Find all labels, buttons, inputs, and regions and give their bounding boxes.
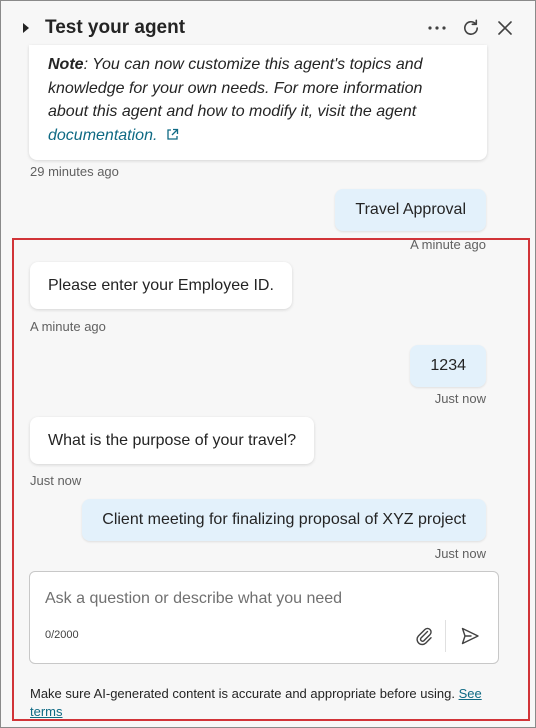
note-text-3: about this agent and how to modify it, v… xyxy=(48,103,417,120)
timestamp: A minute ago xyxy=(30,319,106,334)
caret-right-icon[interactable] xyxy=(19,21,33,35)
close-icon[interactable] xyxy=(491,14,519,42)
timestamp: Just now xyxy=(30,473,82,488)
disclaimer-text: Make sure AI-generated content is accura… xyxy=(30,686,455,701)
user-message-travel-approval: Travel Approval xyxy=(335,189,486,231)
test-agent-panel: Test your agent Note: You can now custom… xyxy=(0,0,536,728)
note-text-2: knowledge for your own needs. For more i… xyxy=(48,79,423,97)
send-icon[interactable] xyxy=(457,623,483,649)
more-horizontal-icon[interactable] xyxy=(423,14,451,42)
panel-title: Test your agent xyxy=(45,17,186,38)
timestamp: Just now xyxy=(434,546,486,561)
message-composer: 0/2000 xyxy=(29,571,499,664)
note-message: Note: You can now customize this agent's… xyxy=(29,45,487,160)
refresh-icon[interactable] xyxy=(457,14,485,42)
bot-message-travel-purpose: What is the purpose of your travel? xyxy=(30,417,315,464)
user-message-employee-id: 1234 xyxy=(410,345,486,387)
documentation-link[interactable]: documentation. xyxy=(48,127,157,144)
note-text-1: : You can now customize this agent's top… xyxy=(83,56,423,73)
composer-divider xyxy=(445,620,446,652)
paperclip-icon[interactable] xyxy=(412,624,436,648)
timestamp: Just now xyxy=(434,391,486,406)
ai-disclaimer: Make sure AI-generated content is accura… xyxy=(30,685,500,721)
user-message-travel-purpose: Client meeting for finalizing proposal o… xyxy=(82,499,486,541)
open-external-icon[interactable] xyxy=(166,125,179,149)
character-counter: 0/2000 xyxy=(45,629,79,641)
timestamp: 29 minutes ago xyxy=(30,164,119,179)
timestamp: A minute ago xyxy=(410,237,486,252)
note-label: Note xyxy=(48,56,84,73)
bot-message-employee-id: Please enter your Employee ID. xyxy=(30,262,292,309)
message-input[interactable] xyxy=(45,590,475,608)
